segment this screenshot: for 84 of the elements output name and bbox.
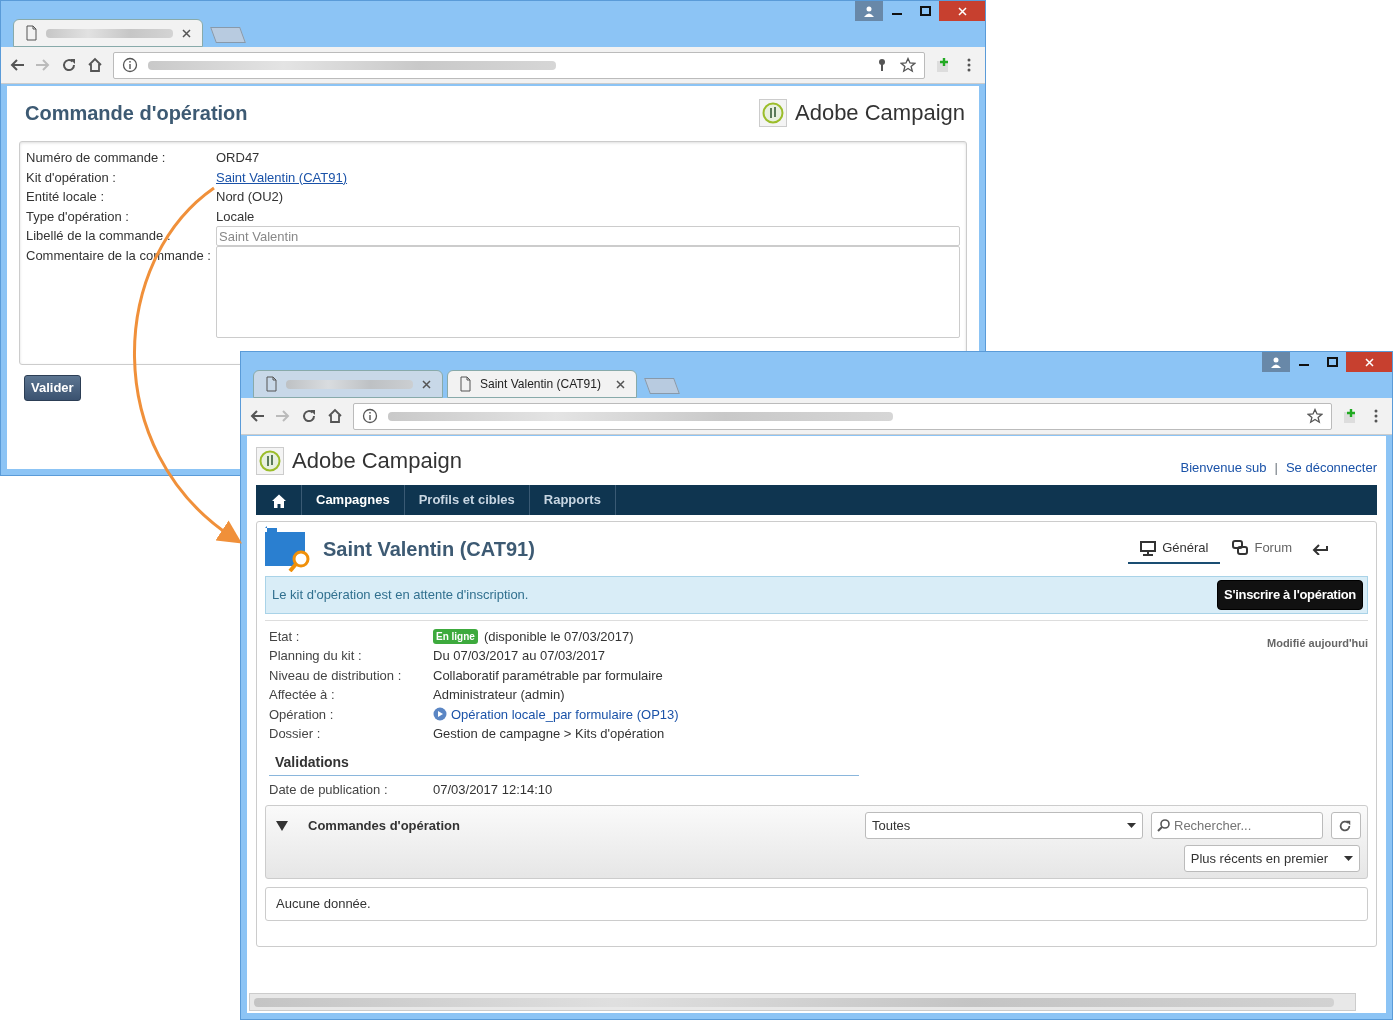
detail-label: Planning du kit : (269, 647, 363, 665)
reload-icon[interactable] (61, 57, 77, 73)
field-label: Type d'opération : (26, 207, 130, 226)
back-icon[interactable] (9, 57, 25, 73)
maximize-icon[interactable] (1326, 357, 1338, 367)
reload-icon[interactable] (301, 408, 317, 424)
detail-label: Opération : (269, 705, 335, 724)
field-label: Entité locale : (26, 188, 106, 206)
section-heading: Validations (269, 751, 859, 776)
nav-tab[interactable]: Profils et cibles (404, 485, 530, 515)
maximize-icon[interactable] (919, 6, 931, 16)
detail-label: Niveau de distribution : (269, 666, 403, 685)
sort-dropdown[interactable]: Plus récents en premier (1183, 845, 1360, 872)
close-icon[interactable] (181, 27, 192, 39)
page-icon (24, 25, 38, 41)
search-icon (1157, 819, 1170, 832)
field-label: Numéro de commande : (26, 149, 167, 167)
view-tab[interactable]: Forum (1220, 534, 1304, 564)
monitor-icon (1140, 540, 1157, 556)
search-field[interactable]: Rechercher... (1151, 812, 1323, 839)
home-icon[interactable] (87, 57, 103, 73)
caret-icon (1344, 856, 1353, 861)
detail-label: Affectée à : (269, 686, 336, 704)
operation-link[interactable]: Opération locale_par formulaire (OP13) (451, 704, 679, 724)
page-title: Saint Valentin (CAT91) (323, 537, 535, 562)
speech-bubbles-icon (1232, 540, 1249, 556)
detail-value: Administrateur (admin) (433, 686, 565, 704)
welcome-link[interactable]: Bienvenue sub (1180, 457, 1267, 477)
extension-icon[interactable] (1342, 408, 1358, 424)
alert-message: Le kit d'opération est en attente d'inscription. (272, 586, 529, 604)
link-separator: | (1274, 458, 1278, 477)
logout-link[interactable]: Se déconnecter (1285, 457, 1377, 477)
browser-tab[interactable]: Saint Valentin (CAT91) (447, 370, 637, 398)
page-icon (458, 376, 472, 392)
info-icon (362, 408, 378, 424)
field-value: Nord (OU2) (216, 188, 284, 206)
logo-icon (259, 449, 281, 472)
refresh-button[interactable] (1331, 812, 1361, 839)
detail-label: Dossier : (269, 725, 322, 743)
detail-label: Date de publication : (269, 780, 389, 799)
comment-field[interactable] (216, 246, 960, 338)
brand-name: Adobe Campaign (292, 447, 462, 475)
play-icon (433, 707, 447, 722)
extension-icon[interactable] (935, 57, 951, 73)
detail-value: Du 07/03/2017 au 07/03/2017 (433, 647, 606, 665)
filter-dropdown[interactable]: Toutes (865, 812, 1143, 839)
submit-button[interactable]: Valider (24, 375, 81, 401)
detail-value: Gestion de campagne > Kits d'opération (433, 725, 665, 743)
detail-value: Collaboratif paramétrable par formulaire (433, 666, 663, 685)
empty-message: Aucune donnée. (276, 896, 371, 911)
home-icon (270, 492, 287, 509)
page-title: Commande d'opération (25, 100, 248, 126)
register-button[interactable]: S'inscrire à l'opération (1217, 580, 1363, 610)
field-value: Locale (216, 207, 255, 226)
status-badge: En ligne (433, 628, 478, 644)
modified-note: Modifié aujourd'hui (1267, 635, 1368, 651)
close-icon[interactable] (421, 378, 432, 390)
field-label: Kit d'opération : (26, 168, 117, 187)
panel-title: Commandes d'opération (308, 816, 461, 835)
field-label: Libellé de la commande : (26, 227, 172, 246)
back-icon[interactable] (249, 408, 265, 424)
reload-icon (1338, 818, 1352, 833)
kit-link[interactable]: Saint Valentin (CAT91) (216, 167, 348, 187)
user-icon[interactable] (1270, 356, 1282, 368)
nav-tab[interactable]: Campagnes (302, 485, 405, 515)
nav-tab[interactable]: Rapports (529, 485, 616, 515)
back-arrow-icon[interactable] (1312, 543, 1328, 555)
home-icon[interactable] (327, 408, 343, 424)
star-icon[interactable] (1307, 408, 1323, 424)
logo-icon (762, 101, 784, 124)
field-value: ORD47 (216, 149, 260, 167)
collapse-triangle-icon[interactable] (276, 820, 288, 831)
detail-value: 07/03/2017 12:14:10 (433, 780, 553, 799)
info-icon (122, 57, 138, 73)
page-icon (264, 376, 278, 392)
close-icon[interactable] (615, 378, 626, 390)
detail-value: (disponible le 07/03/2017) (483, 627, 634, 646)
star-icon[interactable] (900, 57, 916, 73)
text-field[interactable]: Saint Valentin (216, 226, 960, 246)
detail-label: Etat : (269, 627, 301, 646)
view-tab[interactable]: Général (1128, 534, 1221, 564)
user-icon[interactable] (863, 5, 875, 17)
caret-icon (1127, 823, 1136, 828)
brand-name: Adobe Campaign (795, 99, 965, 127)
